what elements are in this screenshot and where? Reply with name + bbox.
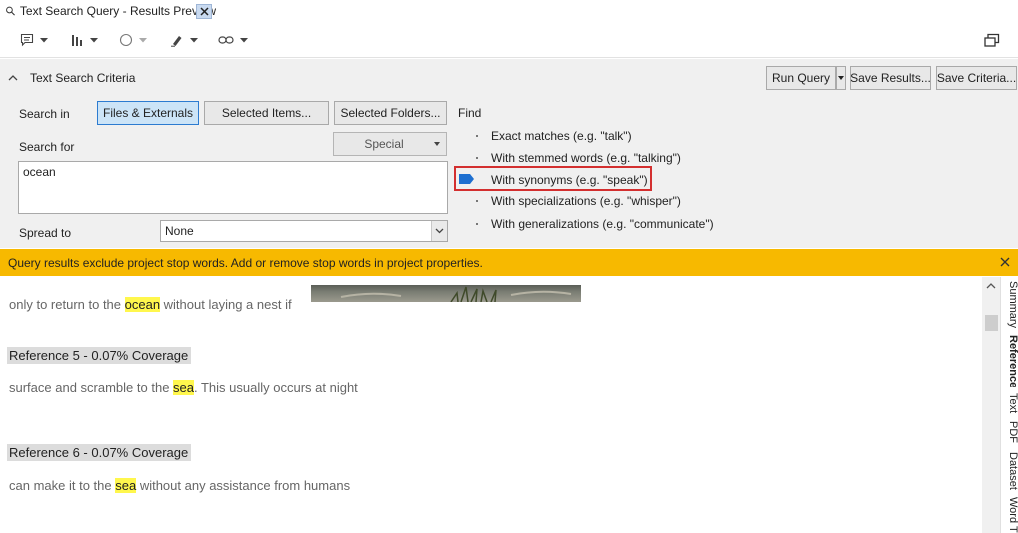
tab-title: Text Search Query - Results Preview	[19, 3, 216, 18]
chevron-down-icon	[190, 37, 198, 42]
search-in-label: Search in	[19, 107, 70, 121]
close-icon	[199, 7, 209, 16]
special-dropdown-button[interactable]: Special	[333, 132, 447, 156]
window-restore-button[interactable]	[984, 29, 1000, 51]
scope-selected-items-button[interactable]: Selected Items...	[204, 101, 329, 125]
chevron-down-icon	[838, 76, 844, 80]
chevron-up-icon[interactable]	[8, 74, 18, 81]
find-option-label: With generalizations (e.g. "communicate"…	[491, 217, 714, 231]
run-query-button[interactable]: Run Query	[766, 66, 836, 90]
selection-highlight-box	[454, 166, 652, 191]
view-side-tabs: Summary Reference Text PDF Dataset Word …	[1000, 277, 1018, 533]
chevron-down-icon	[431, 221, 447, 241]
scrollbar-thumb[interactable]	[985, 315, 998, 331]
annotation-button[interactable]	[20, 29, 48, 51]
result-line: only to return to the ocean without layi…	[9, 297, 292, 312]
tab-strip: Text Search Query - Results Preview	[0, 0, 1018, 22]
spread-to-select[interactable]: None	[160, 220, 448, 242]
chevron-down-icon	[90, 37, 98, 42]
tab-close-button[interactable]	[196, 4, 212, 19]
chevron-down-icon	[40, 37, 48, 42]
result-line: can make it to the sea without any assis…	[9, 478, 351, 493]
find-label: Find	[458, 106, 482, 120]
find-option-stemmed[interactable]: With stemmed words (e.g. "talking")	[462, 148, 722, 168]
side-tab-pdf[interactable]: PDF	[1002, 421, 1018, 445]
run-query-dropdown[interactable]	[836, 66, 846, 90]
special-label: Special	[364, 137, 404, 151]
annotation-icon	[20, 33, 34, 47]
match-highlight: ocean	[124, 297, 161, 312]
save-results-button[interactable]: Save Results...	[850, 66, 931, 90]
scope-selected-folders-button[interactable]: Selected Folders...	[334, 101, 447, 125]
search-criteria-panel: Text Search Criteria Run Query Save Resu…	[0, 59, 1018, 248]
find-option-label: With specializations (e.g. "whisper")	[491, 194, 681, 208]
match-highlight: sea	[115, 478, 137, 493]
reference-heading: Reference 6 - 0.07% Coverage	[7, 444, 192, 461]
criteria-header: Text Search Criteria	[30, 71, 136, 85]
chart-button[interactable]	[70, 29, 98, 51]
vertical-scrollbar[interactable]	[982, 277, 1000, 533]
tab-results-preview[interactable]: Text Search Query - Results Preview	[0, 0, 216, 22]
highlight-icon	[171, 36, 182, 47]
highlight-button[interactable]	[170, 29, 198, 51]
result-line: surface and scramble to the sea. This us…	[9, 380, 358, 395]
preview-image	[311, 285, 581, 302]
reference-heading: Reference 5 - 0.07% Coverage	[7, 347, 192, 364]
spread-to-value: None	[165, 224, 194, 238]
side-tab-dataset[interactable]: Dataset	[1002, 452, 1018, 490]
chart-icon	[72, 35, 82, 46]
scope-files-externals-button[interactable]: Files & Externals	[97, 101, 199, 125]
find-option-generalizations[interactable]: With generalizations (e.g. "communicate"…	[462, 214, 722, 234]
banner-message: Query results exclude project stop words…	[8, 256, 483, 270]
window-restore-icon	[984, 33, 1000, 47]
shape-button[interactable]	[119, 29, 147, 51]
link-button[interactable]	[218, 29, 248, 51]
find-option-label: With stemmed words (e.g. "talking")	[491, 151, 681, 165]
find-option-specializations[interactable]: With specializations (e.g. "whisper")	[462, 191, 722, 211]
match-highlight: sea	[173, 380, 194, 395]
search-for-input[interactable]: ocean	[18, 161, 448, 214]
find-option-exact[interactable]: Exact matches (e.g. "talk")	[462, 126, 722, 146]
shape-icon	[119, 33, 133, 47]
results-preview: only to return to the ocean without layi…	[0, 277, 982, 533]
link-icon	[218, 36, 234, 44]
scroll-up-icon[interactable]	[986, 283, 996, 289]
spread-to-label: Spread to	[19, 226, 72, 240]
chevron-down-icon	[240, 37, 248, 42]
close-icon[interactable]	[998, 255, 1012, 269]
side-tab-word-tree[interactable]: Word Tree	[1002, 497, 1018, 533]
search-for-value: ocean	[23, 165, 56, 179]
side-tab-reference[interactable]: Reference	[1002, 335, 1018, 387]
stop-words-banner: Query results exclude project stop words…	[0, 249, 1018, 276]
grass-image	[340, 286, 572, 302]
side-tab-text[interactable]: Text	[1002, 393, 1018, 415]
search-for-label: Search for	[19, 140, 75, 154]
side-tab-summary[interactable]: Summary	[1002, 281, 1018, 329]
chevron-down-icon	[434, 142, 440, 146]
find-option-label: Exact matches (e.g. "talk")	[491, 129, 632, 143]
toolbar	[0, 22, 1018, 58]
magnifier-icon	[6, 6, 15, 15]
chevron-down-icon	[139, 37, 147, 42]
save-criteria-button[interactable]: Save Criteria...	[936, 66, 1017, 90]
